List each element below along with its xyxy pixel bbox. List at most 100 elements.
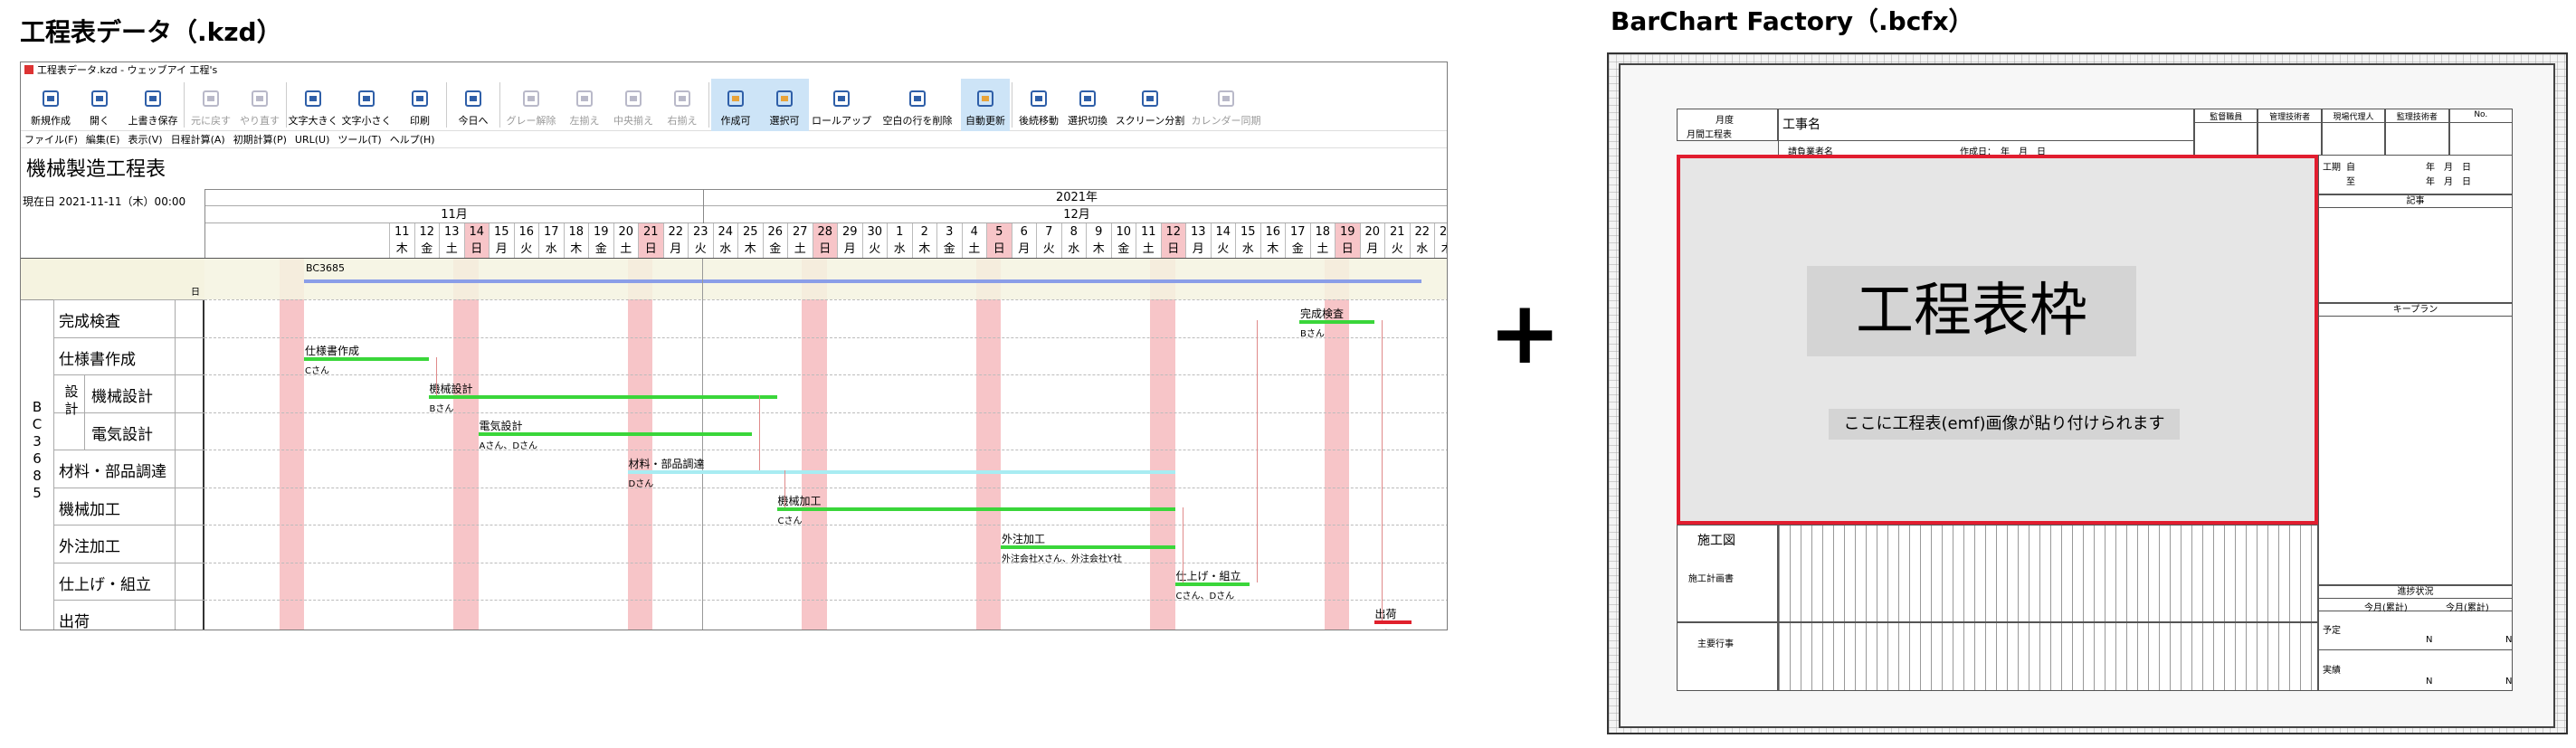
period-from-mark: 自 bbox=[2346, 163, 2355, 173]
day-cell: 15 bbox=[489, 223, 514, 241]
toolbar-separator bbox=[499, 82, 500, 128]
redo-button[interactable]: やり直す bbox=[235, 79, 284, 131]
stamp-cell: 監理技術者 bbox=[2385, 109, 2449, 156]
toolbar-label: 印刷 bbox=[410, 115, 430, 127]
weekday-cell: 月 bbox=[662, 241, 689, 258]
toolbar-separator bbox=[184, 82, 185, 128]
stamp-row: 監督職員 管理技術者 現場代理人 監理技術者 No. bbox=[2194, 109, 2513, 156]
font-larger-icon bbox=[303, 89, 323, 109]
delete-blank-rows-button[interactable]: 空白の行を削除 bbox=[874, 79, 961, 131]
period-to-mark: 至 bbox=[2346, 177, 2355, 187]
project-name-box: 工事名 請負業者名 作成日： 年 月 日 bbox=[1778, 109, 2194, 157]
task-assignee: Bさん bbox=[1300, 328, 1325, 339]
day-cell: 13 bbox=[439, 223, 464, 241]
stamp-label: 管理技術者 bbox=[2269, 113, 2311, 122]
menu-item[interactable]: ヘルプ(H) bbox=[390, 134, 435, 146]
stamp-cell: 現場代理人 bbox=[2321, 109, 2386, 156]
day-cell: 17 bbox=[1285, 223, 1310, 241]
toolbar-label: 文字小さく bbox=[341, 115, 392, 127]
weekday-cell: 日 bbox=[463, 241, 489, 258]
today-button[interactable]: 今日へ bbox=[449, 79, 498, 131]
menu-item[interactable]: ツール(T) bbox=[337, 134, 381, 146]
group-bracket bbox=[53, 299, 54, 630]
dependency-line bbox=[435, 357, 437, 395]
task-bar[interactable] bbox=[428, 394, 777, 399]
main-events-label: 主要行事 bbox=[1697, 639, 1734, 649]
day-cell: 20 bbox=[1359, 223, 1385, 241]
align-center-button[interactable]: 中央揃え bbox=[609, 79, 658, 131]
construction-label: 施工図 bbox=[1697, 534, 1735, 548]
task-assignee: Aさん、Dさん bbox=[479, 441, 538, 452]
auto-update-icon bbox=[975, 89, 995, 109]
delete-blank-rows-icon bbox=[908, 89, 927, 109]
selection-toggle-button[interactable]: 選択切換 bbox=[1063, 79, 1112, 131]
day-cell: 28 bbox=[812, 223, 837, 241]
design-bracket bbox=[84, 374, 85, 450]
select-mode-button[interactable]: 選択可 bbox=[760, 79, 809, 131]
weekday-cell: 月 bbox=[1359, 241, 1385, 258]
weekday-cell: 月 bbox=[1011, 241, 1037, 258]
align-right-button[interactable]: 右揃え bbox=[658, 79, 707, 131]
menu-item[interactable]: ファイル(F) bbox=[24, 134, 78, 146]
create-mode-button[interactable]: 作成可 bbox=[711, 79, 760, 131]
row-label: 完成検査 bbox=[59, 313, 120, 331]
align-left-button[interactable]: 左揃え bbox=[560, 79, 609, 131]
day-cell: 1 bbox=[887, 223, 912, 241]
menu-item[interactable]: 初期計算(P) bbox=[233, 134, 287, 146]
save-icon bbox=[143, 89, 163, 109]
gantt-grid: 日完成検査 仕様書作成 機械設計 電気設計 材料・部品調達 機械加工 外注加工 仕上げ・組立出… bbox=[21, 258, 1447, 630]
menu-item[interactable]: 編集(E) bbox=[86, 134, 120, 146]
holiday-column bbox=[1150, 259, 1175, 630]
weekday-cell: 土 bbox=[613, 241, 639, 258]
toolbar-label: 空白の行を削除 bbox=[882, 115, 953, 127]
toolbar-label: ロールアップ bbox=[812, 115, 871, 127]
task-bar[interactable] bbox=[776, 507, 1175, 512]
day-cell: 9 bbox=[1086, 223, 1111, 241]
toolbar-label: 今日へ bbox=[458, 115, 489, 127]
weekday-cell: 水 bbox=[1060, 241, 1087, 258]
document-title: 機械製造工程表 bbox=[26, 158, 166, 181]
divider bbox=[1779, 140, 2193, 141]
font-larger-button[interactable]: 文字大きく bbox=[289, 79, 338, 131]
toolbar-separator bbox=[446, 82, 447, 128]
day-cell: 13 bbox=[1185, 223, 1211, 241]
day-cell: 27 bbox=[787, 223, 813, 241]
print-button[interactable]: 印刷 bbox=[395, 79, 444, 131]
task-bar[interactable] bbox=[627, 469, 1175, 474]
stamp-label: 監督職員 bbox=[2210, 113, 2243, 122]
menu-bar: ファイル(F) 編集(E) 表示(V) 日程計算(A) 初期計算(P) URL(U) ツール… bbox=[21, 132, 1447, 148]
app-window: 工程表データ.kzd - ウェッブアイ 工程's 新規作成 開く 上書き保存 元に戻す… bbox=[20, 62, 1448, 630]
day-cell: 30 bbox=[861, 223, 888, 241]
menu-item[interactable]: 表示(V) bbox=[128, 134, 162, 146]
gantt-chart-area[interactable]: BC3685 仕様書作成 Cさん 機械設計 Bさん 電気設計 Aさん、Dさん 材料・部品調達 D… bbox=[204, 259, 1447, 630]
menu-item[interactable]: URL(U) bbox=[295, 134, 329, 146]
task-assignee: Cさん bbox=[305, 366, 329, 377]
day-cell: 4 bbox=[961, 223, 987, 241]
rollup-button[interactable]: ロールアップ bbox=[809, 79, 874, 131]
weekday-cell: 土 bbox=[787, 241, 813, 258]
undo-button[interactable]: 元に戻す bbox=[186, 79, 235, 131]
task-name: 外注加工 bbox=[1002, 532, 1046, 545]
save-button[interactable]: 上書き保存 bbox=[124, 79, 182, 131]
actual-label: 実績 bbox=[2323, 666, 2341, 676]
split-screen-icon bbox=[1140, 89, 1160, 109]
new-file-button[interactable]: 新規作成 bbox=[26, 79, 75, 131]
gray-clear-button[interactable]: グレー解除 bbox=[502, 79, 560, 131]
toolbar-separator bbox=[708, 82, 709, 128]
successor-move-button[interactable]: 後続移動 bbox=[1014, 79, 1063, 131]
split-screen-button[interactable]: スクリーン分割 bbox=[1112, 79, 1188, 131]
auto-update-button[interactable]: 自動更新 bbox=[961, 79, 1010, 131]
toolbar-label: 元に戻す bbox=[191, 115, 231, 127]
actual-unit-1: N bbox=[2426, 677, 2433, 686]
row-line bbox=[53, 600, 204, 601]
weekday-cell: 木 bbox=[1086, 241, 1111, 258]
title-bar: 工程表データ.kzd - ウェッブアイ 工程's bbox=[21, 62, 1447, 79]
current-date: 現在日 2021-11-11（木）00:00 bbox=[23, 195, 186, 208]
calendar-sync-button[interactable]: カレンダー同期 bbox=[1188, 79, 1264, 131]
toolbar-label: 新規作成 bbox=[31, 115, 71, 127]
monthly-sub: 月間工程表 bbox=[1687, 130, 1732, 140]
menu-item[interactable]: 日程計算(A) bbox=[171, 134, 225, 146]
font-smaller-button[interactable]: 文字小さく bbox=[337, 79, 395, 131]
folder-open-button[interactable]: 開く bbox=[75, 79, 124, 131]
row-label: 電気設計 bbox=[91, 425, 153, 444]
